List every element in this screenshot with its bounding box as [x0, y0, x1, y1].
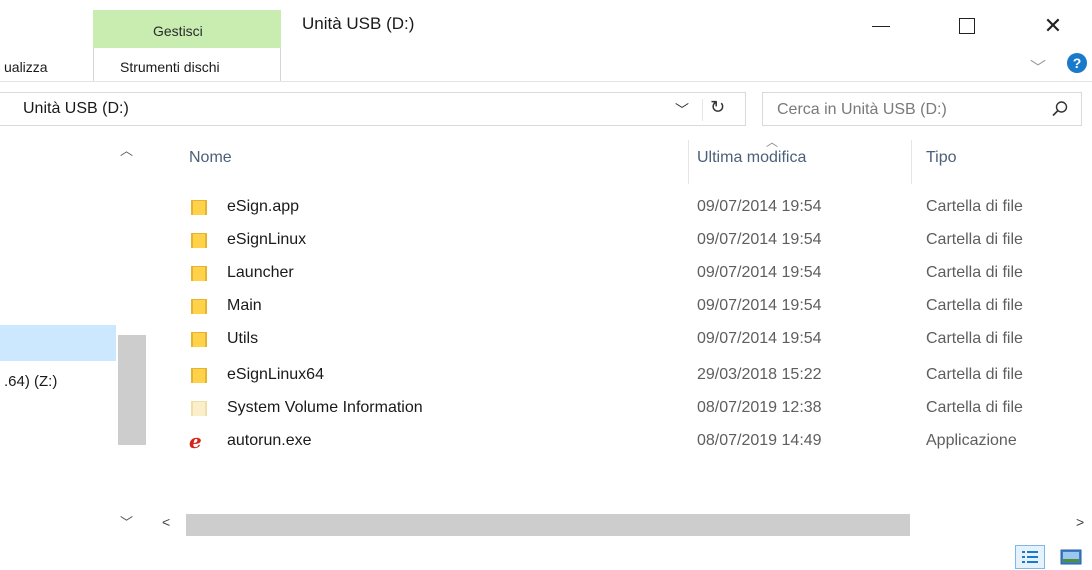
file-modified: 09/07/2014 19:54 [697, 297, 822, 314]
refresh-icon[interactable]: ↻ [710, 97, 725, 118]
file-name: Utils [227, 330, 259, 347]
file-modified: 09/07/2014 19:54 [697, 264, 822, 281]
file-type: Cartella di file [926, 366, 1023, 383]
folder-icon [189, 198, 209, 216]
file-row[interactable]: System Volume Information 08/07/2019 12:… [189, 395, 1092, 425]
file-name: autorun.exe [227, 432, 312, 449]
file-name: eSignLinux [227, 231, 307, 248]
file-name: eSign.app [227, 198, 300, 215]
column-divider[interactable] [911, 140, 912, 184]
minimize-icon [872, 25, 890, 27]
details-view-icon [1022, 551, 1038, 563]
search-icon[interactable] [1051, 100, 1069, 118]
file-modified: 09/07/2014 19:54 [697, 198, 822, 215]
file-row[interactable]: Launcher 09/07/2014 19:54 Cartella di fi… [189, 260, 1092, 290]
folder-icon [189, 366, 209, 384]
nav-item-drive-z[interactable]: .64) (Z:) [4, 373, 57, 390]
file-type: Cartella di file [926, 399, 1023, 416]
large-icons-view-icon [1060, 549, 1082, 565]
folder-icon [189, 297, 209, 315]
manage-context-tab-header: Gestisci [93, 10, 281, 48]
search-box[interactable] [762, 92, 1082, 126]
column-divider[interactable] [688, 140, 689, 184]
nav-scrollbar-thumb[interactable] [118, 335, 146, 445]
column-header-name[interactable]: Nome [189, 149, 232, 167]
ribbon-divider [0, 81, 1092, 82]
file-type: Cartella di file [926, 264, 1023, 281]
tab-view[interactable]: ualizza [0, 55, 93, 81]
file-name: System Volume Information [227, 399, 423, 416]
close-icon: ✕ [1043, 13, 1063, 38]
large-icons-view-button[interactable] [1056, 545, 1086, 569]
file-modified: 09/07/2014 19:54 [697, 231, 822, 248]
column-header-type[interactable]: Tipo [926, 149, 957, 167]
folder-icon [189, 330, 209, 348]
file-modified: 08/07/2019 12:38 [697, 399, 822, 416]
hidden-folder-icon [189, 399, 209, 417]
file-modified: 29/03/2018 15:22 [697, 366, 822, 383]
file-modified: 08/07/2019 14:49 [697, 432, 822, 449]
file-row[interactable]: eSign.app 09/07/2014 19:54 Cartella di f… [189, 194, 1092, 224]
file-name: Launcher [227, 264, 294, 281]
address-path[interactable]: Unità USB (D:) [23, 100, 129, 118]
scroll-left-icon[interactable]: < [162, 514, 170, 530]
column-header-modified[interactable]: Ultima modifica [697, 149, 806, 167]
details-view-button[interactable] [1015, 545, 1045, 569]
nav-scroll-down-icon[interactable]: ﹀ [120, 512, 133, 531]
folder-icon [189, 231, 209, 249]
address-bar[interactable]: Unità USB (D:) ﹀ ↻ [0, 92, 746, 126]
file-row[interactable]: eSignLinux 09/07/2014 19:54 Cartella di … [189, 227, 1092, 257]
file-modified: 09/07/2014 19:54 [697, 330, 822, 347]
file-row[interactable]: e autorun.exe 08/07/2019 14:49 Applicazi… [189, 428, 1092, 458]
tab-drive-tools[interactable]: Strumenti dischi [93, 48, 281, 81]
sort-ascending-icon: ︿ [766, 135, 779, 149]
file-row[interactable]: Utils 09/07/2014 19:54 Cartella di file [189, 326, 1092, 356]
maximize-icon [959, 18, 975, 34]
horizontal-scrollbar-thumb[interactable] [186, 514, 910, 536]
file-type: Applicazione [926, 432, 1017, 449]
address-separator [702, 99, 703, 121]
window-title: Unità USB (D:) [302, 14, 415, 33]
manage-context-label: Gestisci [153, 23, 203, 39]
file-type: Cartella di file [926, 297, 1023, 314]
search-input[interactable] [777, 99, 1037, 121]
close-button[interactable]: ✕ [1030, 6, 1076, 46]
file-name: Main [227, 297, 262, 314]
file-row[interactable]: Main 09/07/2014 19:54 Cartella di file [189, 293, 1092, 323]
application-icon: e [189, 429, 202, 453]
nav-item-selected[interactable] [0, 325, 116, 361]
file-name: eSignLinux64 [227, 366, 324, 383]
maximize-button[interactable] [944, 6, 990, 46]
minimize-button[interactable] [858, 6, 904, 46]
scroll-right-icon[interactable]: > [1076, 514, 1084, 530]
tab-drive-tools-label: Strumenti dischi [120, 59, 220, 75]
nav-scroll-up-icon[interactable]: ︿ [120, 140, 133, 159]
file-type: Cartella di file [926, 231, 1023, 248]
help-icon[interactable]: ? [1067, 53, 1087, 73]
folder-icon [189, 264, 209, 282]
expand-ribbon-chevron-icon[interactable]: ﹀ [1030, 54, 1046, 78]
file-type: Cartella di file [926, 198, 1023, 215]
chevron-down-icon[interactable]: ﹀ [675, 100, 689, 120]
file-type: Cartella di file [926, 330, 1023, 347]
file-row[interactable]: eSignLinux64 29/03/2018 15:22 Cartella d… [189, 362, 1092, 392]
